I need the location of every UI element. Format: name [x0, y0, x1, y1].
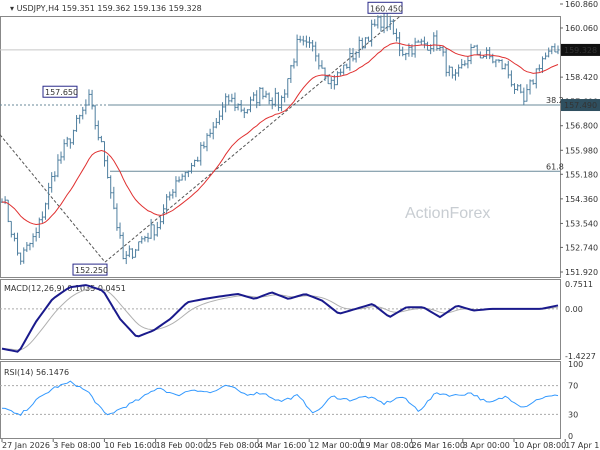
- price-tick-label: 155.980: [565, 146, 598, 155]
- chart-svg: ▾ USDJPY,H4 159.351 159.362 159.136 159.…: [0, 0, 600, 450]
- price-tick-label: 155.180: [565, 170, 598, 179]
- time-tick-label: 4 Mar 16:00: [258, 441, 306, 450]
- price-tick-label: 160.060: [565, 24, 598, 33]
- time-tick-label: 10 Feb 16:00: [104, 441, 156, 450]
- rsi-tick-label: 70: [568, 382, 578, 391]
- time-tick-label: 26 Mar 16:00: [412, 441, 465, 450]
- moving-average-line: [1, 42, 559, 226]
- rsi-title: RSI(14) 56.1476: [4, 368, 69, 377]
- fib-level-label: 61.8: [546, 162, 564, 171]
- macd-tick-label: 0.7511: [565, 280, 593, 289]
- price-tick-label: 152.740: [565, 243, 598, 252]
- symbol-label: USDJPY,H4: [17, 4, 60, 13]
- price-tick-label: 156.800: [565, 122, 598, 131]
- price-annotation: 160.450: [370, 4, 403, 13]
- price-annotation: 157.650: [45, 88, 78, 97]
- time-tick-label: 3 Feb 08:00: [53, 441, 100, 450]
- symbol-header: ▾ USDJPY,H4 159.351 159.362 159.136 159.…: [10, 4, 202, 13]
- time-tick-label: 27 Jan 2026: [2, 441, 50, 450]
- rsi-line: [1, 380, 559, 416]
- price-tick-label: 160.860: [565, 0, 598, 9]
- low-value: 159.136: [133, 4, 166, 13]
- time-tick-label: 17 Apr 16:00: [565, 441, 600, 450]
- time-tick-label: 3 Apr 00:00: [463, 441, 510, 450]
- price-panel-frame: [0, 16, 561, 278]
- time-tick-label: 18 Feb 00:00: [156, 441, 208, 450]
- rsi-tick-label: 30: [568, 410, 578, 419]
- level-price-tag: 157.490: [564, 101, 597, 110]
- current-price-tag: 159.328: [564, 46, 597, 55]
- price-tick-label: 154.360: [565, 195, 598, 204]
- rsi-tick-label: 100: [568, 360, 583, 369]
- open-value: 159.351: [62, 4, 95, 13]
- price-tick-label: 151.920: [565, 268, 598, 277]
- price-tick-label: 153.540: [565, 219, 598, 228]
- high-value: 159.362: [97, 4, 130, 13]
- time-tick-label: 10 Apr 08:00: [514, 441, 566, 450]
- time-tick-label: 19 Mar 08:00: [360, 441, 413, 450]
- close-value: 159.328: [169, 4, 202, 13]
- time-tick-label: 12 Mar 00:00: [309, 441, 362, 450]
- macd-signal-line: [1, 287, 559, 351]
- macd-line: [1, 284, 559, 353]
- watermark: ActionForex: [405, 205, 490, 222]
- time-tick-label: 25 Feb 08:00: [207, 441, 259, 450]
- price-tick-label: 158.420: [565, 73, 598, 82]
- trading-chart: ▾ USDJPY,H4 159.351 159.362 159.136 159.…: [0, 0, 600, 450]
- rsi-tick-label: 0: [568, 432, 573, 441]
- price-annotation: 152.250: [75, 266, 108, 275]
- trend-line: [0, 134, 106, 263]
- rsi-panel-frame: [0, 361, 561, 439]
- macd-tick-label: 0.00: [565, 305, 583, 314]
